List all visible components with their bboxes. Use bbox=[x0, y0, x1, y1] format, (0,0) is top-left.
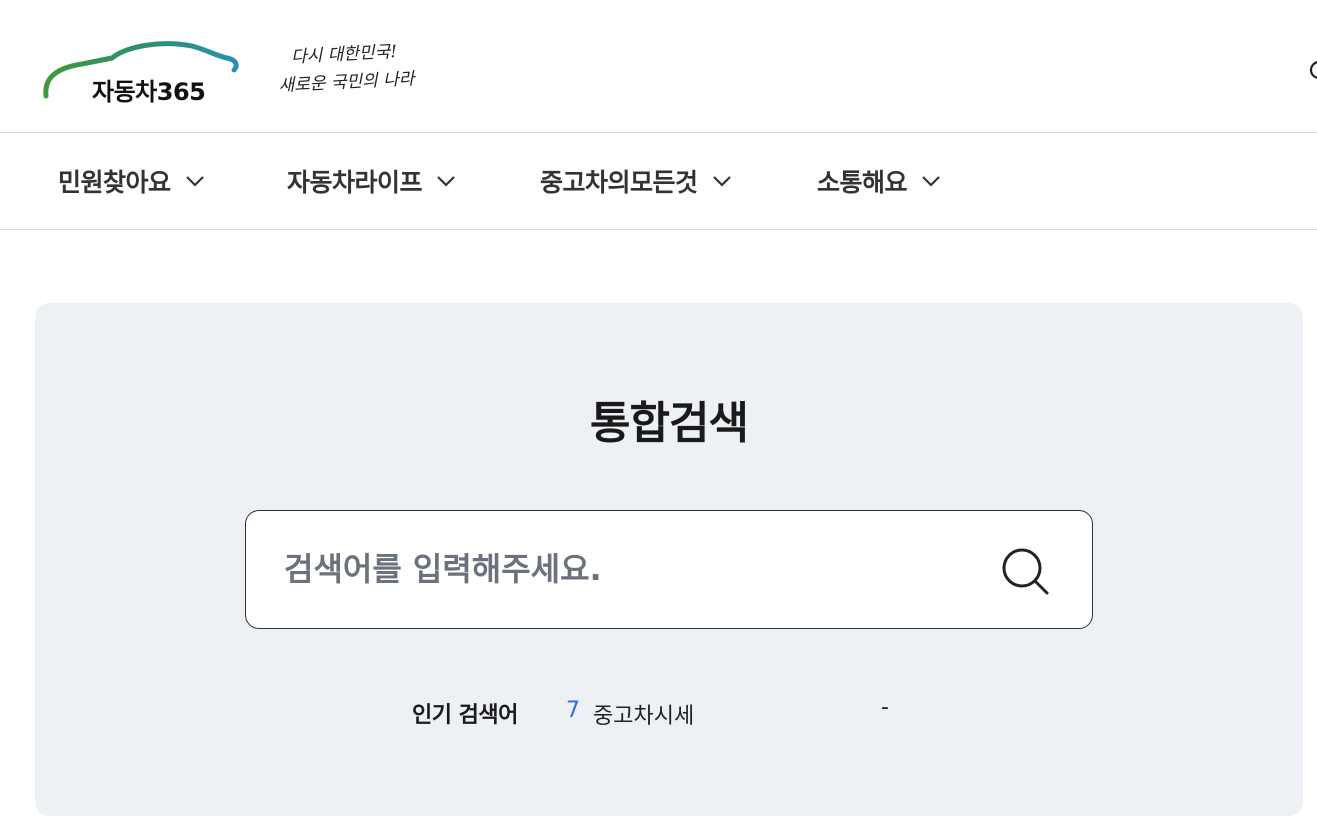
government-slogan: 다시 대한민국! 새로운 국민의 나라 bbox=[276, 36, 439, 110]
chevron-down-icon bbox=[185, 176, 204, 187]
nav-item-communication[interactable]: 소통해요 bbox=[817, 133, 941, 229]
search-box bbox=[245, 510, 1093, 629]
nav-item-civil-service[interactable]: 민원찾아요 bbox=[58, 133, 205, 229]
popular-keyword-rank: 7 bbox=[566, 698, 580, 723]
search-input[interactable] bbox=[284, 541, 964, 597]
site-header: 자동차365 다시 대한민국! 새로운 국민의 나라 bbox=[0, 0, 1317, 133]
nav-item-used-car[interactable]: 중고차의모든것 bbox=[540, 133, 732, 229]
chevron-down-icon bbox=[712, 176, 731, 187]
nav-item-label: 자동차라이프 bbox=[287, 168, 423, 197]
nav-item-label: 중고차의모든것 bbox=[540, 168, 698, 197]
header-search-icon[interactable] bbox=[1306, 58, 1317, 82]
logo-text: 자동차365 bbox=[92, 78, 206, 106]
nav-item-label: 소통해요 bbox=[817, 168, 908, 197]
chevron-down-icon bbox=[922, 176, 940, 187]
popular-keyword-link[interactable]: 중고차시세 bbox=[593, 698, 694, 730]
nav-item-car-life[interactable]: 자동차라이프 bbox=[287, 133, 456, 229]
popular-keyword-status: - bbox=[881, 695, 889, 720]
popular-keywords: 인기 검색어 7 중고차시세 - bbox=[35, 693, 1303, 729]
popular-keywords-label: 인기 검색어 bbox=[412, 703, 518, 728]
page-title: 통합검색 bbox=[590, 398, 749, 449]
main-nav: 민원찾아요 자동차라이프 중고차의모든것 소통해요 bbox=[0, 133, 1317, 230]
search-button[interactable] bbox=[998, 544, 1052, 598]
site-logo[interactable]: 자동차365 bbox=[42, 38, 242, 108]
integrated-search-panel: 통합검색 인기 검색어 7 중고차시세 - bbox=[35, 303, 1303, 816]
chevron-down-icon bbox=[437, 176, 455, 187]
nav-item-label: 민원찾아요 bbox=[58, 168, 171, 197]
search-icon bbox=[1002, 548, 1049, 595]
